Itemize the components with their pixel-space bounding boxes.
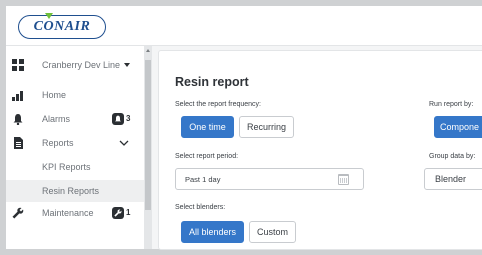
sidebar-item-label: Reports	[42, 138, 74, 148]
sidebar-item-reports[interactable]: Reports	[6, 132, 144, 154]
alarm-count-badge: 3	[112, 112, 130, 125]
sidebar-item-home[interactable]: Home	[6, 84, 144, 106]
bar-chart-icon	[12, 91, 23, 101]
component-button[interactable]: Compone	[434, 116, 482, 138]
chevron-down-icon[interactable]	[119, 140, 129, 146]
sidebar-item-maintenance[interactable]: Maintenance 1	[6, 202, 144, 224]
wrench-badge-icon	[112, 206, 124, 219]
sidebar-item-alarms[interactable]: Alarms 3	[6, 108, 144, 130]
all-blenders-button[interactable]: All blenders	[181, 221, 244, 243]
sidebar: Cranberry Dev Line Home Alarms 3 Reports…	[6, 46, 151, 249]
wrench-icon	[12, 207, 24, 219]
frequency-label: Select the report frequency:	[175, 101, 261, 108]
line-selector-label: Cranberry Dev Line	[42, 60, 121, 70]
sidebar-scrollbar[interactable]	[144, 46, 152, 249]
period-value: Past 1 day	[185, 175, 221, 184]
sidebar-item-label: Home	[42, 90, 67, 100]
period-label: Select report period:	[175, 153, 239, 160]
run-by-label: Run report by:	[429, 101, 474, 108]
recurring-button[interactable]: Recurring	[239, 116, 294, 138]
calendar-icon[interactable]	[338, 174, 349, 185]
group-by-label: Group data by:	[429, 153, 476, 160]
conair-logo: CONAIR	[18, 13, 106, 39]
custom-button[interactable]: Custom	[249, 221, 296, 243]
grid-icon	[12, 59, 24, 71]
sidebar-item-resin-reports[interactable]: Resin Reports	[6, 180, 144, 202]
leaf-icon	[44, 13, 53, 19]
caret-down-icon	[124, 63, 130, 67]
sidebar-item-label: KPI Reports	[42, 162, 91, 172]
sidebar-item-kpi-reports[interactable]: KPI Reports	[6, 156, 144, 178]
page-title: Resin report	[175, 75, 249, 89]
sidebar-item-label: Alarms	[42, 114, 71, 124]
period-date-field[interactable]: Past 1 day	[175, 168, 364, 190]
top-bar: CONAIR	[6, 6, 482, 46]
bell-badge-icon	[112, 112, 124, 125]
one-time-button[interactable]: One time	[181, 116, 234, 138]
line-selector[interactable]: Cranberry Dev Line	[6, 54, 144, 76]
scroll-thumb[interactable]	[145, 60, 151, 210]
bell-icon	[13, 114, 23, 125]
sidebar-item-label: Maintenance	[42, 208, 94, 218]
group-by-select[interactable]: Blender	[424, 168, 482, 190]
resin-report-card: Resin report Select the report frequency…	[158, 50, 482, 250]
document-icon	[14, 137, 23, 149]
maintenance-count-badge: 1	[112, 206, 130, 219]
blenders-label: Select blenders:	[175, 204, 226, 211]
scroll-up-arrow-icon[interactable]	[146, 49, 150, 52]
sidebar-item-label: Resin Reports	[42, 186, 100, 196]
